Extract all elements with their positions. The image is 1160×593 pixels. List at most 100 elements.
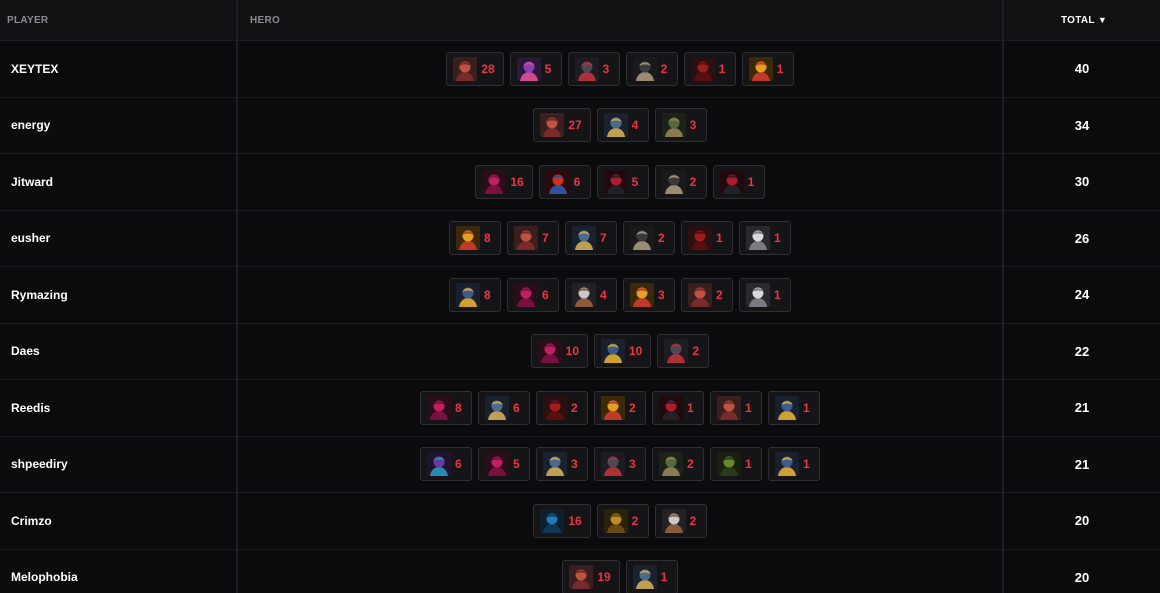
blue-armor-hero-icon xyxy=(572,226,596,251)
blue-armor-hero-icon xyxy=(543,452,567,477)
hero-play-count: 2 xyxy=(571,400,578,415)
hero-chip[interactable]: 3 xyxy=(594,447,646,482)
golden-hair-hero-icon xyxy=(630,282,654,307)
hero-chip[interactable]: 2 xyxy=(657,334,710,369)
hero-chip[interactable]: 6 xyxy=(507,277,559,312)
hero-chip[interactable]: 4 xyxy=(596,108,649,143)
hero-chip[interactable]: 1 xyxy=(739,277,791,312)
hero-chip[interactable]: 6 xyxy=(420,447,472,482)
player-total: 21 xyxy=(1074,456,1090,472)
player-name[interactable]: Jitward xyxy=(11,175,53,189)
player-name[interactable]: energy xyxy=(11,118,50,132)
hero-chip[interactable]: 1 xyxy=(768,447,820,482)
hero-chip[interactable]: 2 xyxy=(681,277,733,312)
hero-chip[interactable]: 2 xyxy=(654,164,707,199)
total-cell: 40 xyxy=(1004,41,1160,97)
red-skin-hero-icon xyxy=(540,113,565,138)
player-total: 30 xyxy=(1074,174,1090,190)
hero-chip[interactable]: 3 xyxy=(536,447,588,482)
hero-chip[interactable]: 28 xyxy=(446,51,504,86)
hero-chip[interactable]: 1 xyxy=(739,221,791,256)
hero-usage-cell: 27 4 3 xyxy=(238,97,1004,153)
table-row: Jitward 16 6 5 2 1 30 xyxy=(0,154,1160,211)
table-row: Crimzo 16 2 2 20 xyxy=(0,493,1160,550)
hero-usage-cell: 16 2 2 xyxy=(238,493,1004,549)
hero-chip[interactable]: 1 xyxy=(712,164,765,199)
hero-play-count: 3 xyxy=(689,118,697,133)
table-row: XEYTEX 28 5 3 2 1 1 40 xyxy=(0,41,1160,98)
table-row: energy 27 4 3 3 4 xyxy=(0,97,1160,154)
hero-usage-cell: 16 6 5 2 1 xyxy=(238,154,1004,210)
hero-chip[interactable]: 16 xyxy=(533,503,591,538)
hero-play-count: 2 xyxy=(658,231,665,246)
hero-chip[interactable]: 3 xyxy=(623,277,675,312)
hero-usage-cell: 10 10 2 xyxy=(238,323,1004,379)
table-row: Reedis 8 6 2 2 1 1 1 21 xyxy=(0,380,1160,437)
player-total: 21 xyxy=(1074,400,1090,416)
hero-chip[interactable]: 3 xyxy=(567,51,620,86)
hero-play-count: 6 xyxy=(542,287,549,302)
hero-chip[interactable]: 10 xyxy=(594,334,652,369)
total-cell: 20 xyxy=(1004,493,1160,549)
hero-play-count: 1 xyxy=(745,457,752,472)
hero-chip[interactable]: 5 xyxy=(509,51,562,86)
player-name[interactable]: Reedis xyxy=(11,401,50,415)
hero-chip[interactable]: 2 xyxy=(654,503,707,538)
hero-chip[interactable]: 2 xyxy=(594,390,646,425)
dark-masked-hero-icon xyxy=(574,56,599,81)
hero-chip[interactable]: 8 xyxy=(449,221,501,256)
hero-chip[interactable]: 1 xyxy=(625,560,678,593)
hero-chip[interactable]: 1 xyxy=(683,51,736,86)
hero-chip[interactable]: 16 xyxy=(475,164,533,199)
hero-chip[interactable]: 6 xyxy=(478,390,530,425)
hero-chip[interactable]: 2 xyxy=(536,390,588,425)
hero-chip[interactable]: 27 xyxy=(533,108,591,143)
player-name[interactable]: Crimzo xyxy=(11,514,52,528)
hero-chip[interactable]: 1 xyxy=(652,390,704,425)
hero-chip[interactable]: 1 xyxy=(681,221,733,256)
player-name[interactable]: Daes xyxy=(11,344,40,358)
hero-play-count: 1 xyxy=(803,457,810,472)
hero-chip[interactable]: 1 xyxy=(710,447,762,482)
dark-masked-hero-icon xyxy=(664,339,689,364)
pink-mask-hero-icon xyxy=(427,395,451,420)
player-name[interactable]: XEYTEX xyxy=(11,62,58,76)
red-skin-hero-icon xyxy=(717,395,741,420)
blue-gold-hero-icon xyxy=(775,452,799,477)
player-cell: Reedis xyxy=(0,380,238,436)
hero-chip[interactable]: 10 xyxy=(530,334,588,369)
hero-chip[interactable]: 6 xyxy=(538,164,591,199)
hero-chip[interactable]: 19 xyxy=(562,560,620,593)
hero-chip[interactable]: 4 xyxy=(565,277,617,312)
hero-chip[interactable]: 2 xyxy=(596,503,649,538)
hero-play-count: 4 xyxy=(631,118,639,133)
hero-chip[interactable]: 1 xyxy=(768,390,820,425)
player-cell: Jitward xyxy=(0,154,238,210)
hero-chip[interactable]: 1 xyxy=(710,390,762,425)
total-cell: 26 xyxy=(1004,211,1160,267)
silver-hair-hero-icon xyxy=(661,508,686,533)
hero-chip[interactable]: 2 xyxy=(652,447,704,482)
hero-play-count: 16 xyxy=(568,513,582,528)
hero-play-count: 6 xyxy=(455,457,462,472)
hero-chip[interactable]: 7 xyxy=(565,221,617,256)
hero-chip[interactable]: 1 xyxy=(741,51,794,86)
hero-chip[interactable]: 8 xyxy=(420,390,472,425)
total-column-header[interactable]: TOTAL ▼ xyxy=(1004,0,1160,40)
hero-chip[interactable]: 2 xyxy=(623,221,675,256)
hero-play-count: 1 xyxy=(718,61,726,76)
hero-column-header[interactable]: HERO xyxy=(238,0,1004,40)
player-cell: Rymazing xyxy=(0,267,238,323)
player-name[interactable]: Melophobia xyxy=(11,570,78,584)
player-name[interactable]: eusher xyxy=(11,231,50,245)
player-column-header[interactable]: PLAYER xyxy=(0,0,238,40)
hero-chip[interactable]: 8 xyxy=(449,277,501,312)
hero-chip[interactable]: 5 xyxy=(478,447,530,482)
player-name[interactable]: shpeediry xyxy=(11,457,68,471)
hero-chip[interactable]: 7 xyxy=(507,221,559,256)
hero-chip[interactable]: 3 xyxy=(654,108,707,143)
white-cloak-hero-icon xyxy=(746,282,770,307)
player-name[interactable]: Rymazing xyxy=(11,288,68,302)
hero-chip[interactable]: 2 xyxy=(625,51,678,86)
hero-chip[interactable]: 5 xyxy=(596,164,649,199)
